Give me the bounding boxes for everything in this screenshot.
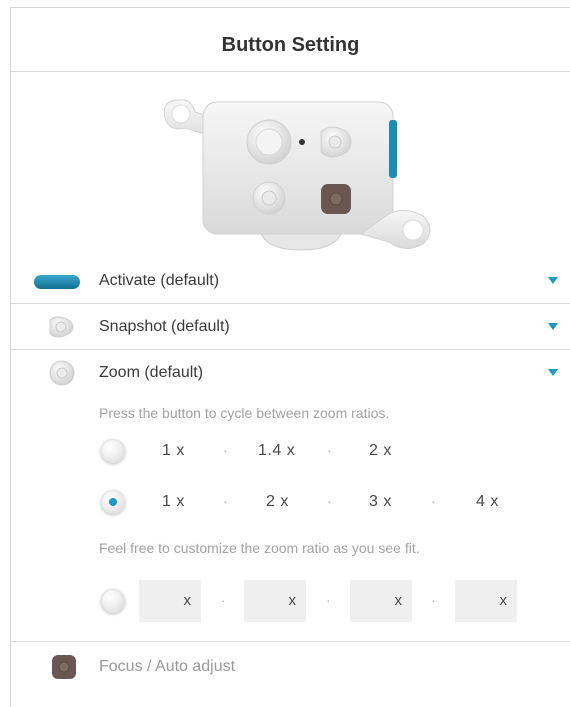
button-setting-panel: Button Setting Activate (default) Snapsh… (10, 7, 570, 707)
button-row-snapshot[interactable]: Snapshot (default) (11, 304, 570, 350)
ratio-separator: · (431, 592, 436, 608)
zoom-cycle-hint: Press the button to cycle between zoom r… (99, 405, 390, 421)
button-row-activate[interactable]: Activate (default) (11, 258, 570, 304)
page-title: Button Setting (221, 34, 360, 56)
zoom-custom-input-1[interactable]: x (139, 580, 201, 622)
ratio-separator: · (223, 442, 228, 458)
ratio-separator: · (327, 442, 332, 458)
zoom-custom-input-4[interactable]: x (455, 580, 517, 622)
ratio-separator: · (326, 592, 331, 608)
radio-selected-dot (109, 498, 117, 506)
zoom-ratio: 1.4 x (258, 442, 296, 459)
zoom-unit: x (499, 592, 508, 609)
chevron-down-icon[interactable] (548, 369, 558, 376)
button-label: Focus / Auto adjust (99, 658, 236, 675)
divider (11, 71, 570, 72)
chevron-down-icon[interactable] (548, 323, 558, 330)
zoom-ratio: 1 x (162, 442, 185, 459)
ratio-separator: · (223, 493, 228, 509)
zoom-custom-input-2[interactable]: x (244, 580, 306, 622)
zoom-unit: x (394, 592, 403, 609)
zoom-unit: x (288, 592, 297, 609)
chevron-down-icon[interactable] (548, 277, 558, 284)
zoom-custom-hint: Feel free to customize the zoom ratio as… (99, 540, 420, 556)
ratio-separator: · (327, 493, 332, 509)
zoom-ratio: 3 x (369, 493, 392, 510)
device-illustration (163, 99, 431, 251)
zoom-option-2-radio[interactable] (101, 490, 125, 514)
zoom-button-icon (49, 360, 75, 386)
ratio-separator: · (221, 592, 226, 608)
zoom-ratio: 1 x (162, 493, 185, 510)
zoom-ratio: 4 x (476, 493, 499, 510)
activate-button-icon (34, 275, 80, 289)
zoom-unit: x (183, 592, 192, 609)
zoom-option-1-radio[interactable] (101, 439, 125, 463)
zoom-ratio: 2 x (369, 442, 392, 459)
zoom-custom-radio[interactable] (101, 589, 125, 613)
focus-button-icon (52, 655, 76, 679)
button-label: Zoom (default) (99, 364, 204, 381)
snapshot-button-icon (49, 316, 74, 338)
button-label: Activate (default) (99, 272, 220, 289)
button-label: Snapshot (default) (99, 318, 230, 335)
zoom-ratio: 2 x (266, 493, 289, 510)
zoom-custom-input-3[interactable]: x (350, 580, 412, 622)
ratio-separator: · (431, 493, 436, 509)
button-row-focus[interactable]: Focus / Auto adjust (11, 642, 570, 692)
button-row-zoom[interactable]: Zoom (default) (11, 350, 570, 396)
